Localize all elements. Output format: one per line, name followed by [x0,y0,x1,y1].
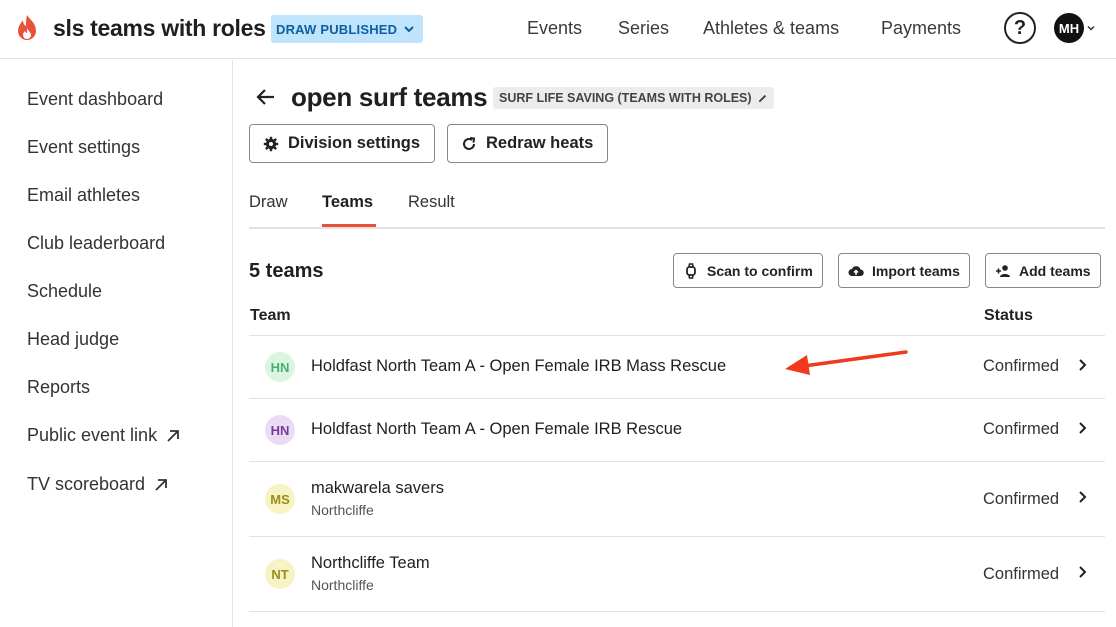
chevron-right-icon [1079,566,1087,578]
status-label: DRAW PUBLISHED [276,21,398,37]
table-row[interactable]: HN Holdfast North Team A - Open Female I… [249,336,1105,399]
import-teams-button[interactable]: Import teams [838,253,970,288]
refresh-icon [463,136,476,150]
redraw-heats-button[interactable]: Redraw heats [447,124,609,163]
user-menu[interactable]: MH [1054,13,1096,43]
watch-icon [686,262,696,279]
team-name: makwarela savers [311,479,444,497]
external-link-icon [167,429,179,442]
chevron-down-icon [1087,25,1095,31]
sidebar: Event dashboard Event settings Email ath… [0,60,233,627]
team-status: Confirmed [983,565,1060,583]
team-avatar: HN [265,415,295,445]
team-avatar: NT [265,559,295,589]
pencil-icon [758,94,766,102]
sidebar-item-event-dashboard[interactable]: Event dashboard [27,89,163,110]
team-club: Northcliffe [311,502,374,518]
tab-teams[interactable]: Teams [322,193,373,212]
team-name: Holdfast North Team A - Open Female IRB … [311,357,727,375]
team-name: Northcliffe Team [311,554,430,572]
chevron-down-icon [404,26,414,33]
page-title: open surf teams [291,82,488,112]
team-status: Confirmed [983,420,1060,438]
nav-payments[interactable]: Payments [881,18,961,39]
sidebar-item-tv-scoreboard[interactable]: TV scoreboard [27,474,169,495]
division-settings-button[interactable]: Division settings [249,124,436,163]
sidebar-item-head-judge[interactable]: Head judge [27,329,119,350]
gear-icon [263,136,279,151]
nav-events[interactable]: Events [527,18,582,39]
sidebar-item-email-athletes[interactable]: Email athletes [27,185,140,206]
external-link-icon [155,478,167,491]
scan-to-confirm-button[interactable]: Scan to confirm [673,253,823,288]
team-avatar: MS [265,484,295,514]
table-row[interactable]: MS makwarela savers Northcliffe Confirme… [249,462,1105,537]
nav-series[interactable]: Series [618,18,669,39]
column-header-status: Status [984,307,1033,324]
chevron-right-icon [1079,422,1087,434]
add-user-icon [996,264,1010,277]
tab-draw[interactable]: Draw [249,193,288,212]
logo-icon[interactable] [14,14,40,44]
sidebar-item-schedule[interactable]: Schedule [27,281,102,302]
status-dropdown[interactable]: DRAW PUBLISHED [271,15,424,43]
tab-result[interactable]: Result [408,193,455,212]
team-avatar: HN [265,352,295,382]
add-teams-button[interactable]: Add teams [985,253,1101,288]
chevron-right-icon [1079,359,1087,371]
active-tab-indicator [322,224,376,227]
sidebar-item-public-event-link[interactable]: Public event link [27,425,181,446]
team-name: Holdfast North Team A - Open Female IRB … [311,420,683,438]
back-arrow-icon[interactable] [255,86,277,108]
annotation-arrow-icon [785,350,908,375]
nav-athletes-teams[interactable]: Athletes & teams [703,18,839,39]
cloud-upload-icon [848,265,864,276]
help-icon[interactable]: ? [1004,12,1036,44]
top-bar: sls teams with roles DRAW PUBLISHED Even… [0,0,1116,59]
table-row[interactable]: NT Northcliffe Team Northcliffe Confirme… [249,537,1105,612]
sidebar-item-reports[interactable]: Reports [27,377,90,398]
sidebar-item-event-settings[interactable]: Event settings [27,137,140,158]
team-status: Confirmed [983,357,1060,375]
column-header-team: Team [250,307,291,324]
table-row[interactable]: HN Holdfast North Team A - Open Female I… [249,399,1105,462]
sidebar-item-club-leaderboard[interactable]: Club leaderboard [27,233,165,254]
division-type-tag[interactable]: SURF LIFE SAVING (TEAMS WITH ROLES) [493,87,774,109]
team-status: Confirmed [983,490,1060,508]
chevron-right-icon [1079,491,1087,503]
team-club: Northcliffe [311,577,374,593]
avatar: MH [1054,13,1084,43]
teams-count: 5 teams [249,260,324,282]
division-tabs: Draw Teams Result [249,189,1105,229]
app-title[interactable]: sls teams with roles [53,15,266,42]
